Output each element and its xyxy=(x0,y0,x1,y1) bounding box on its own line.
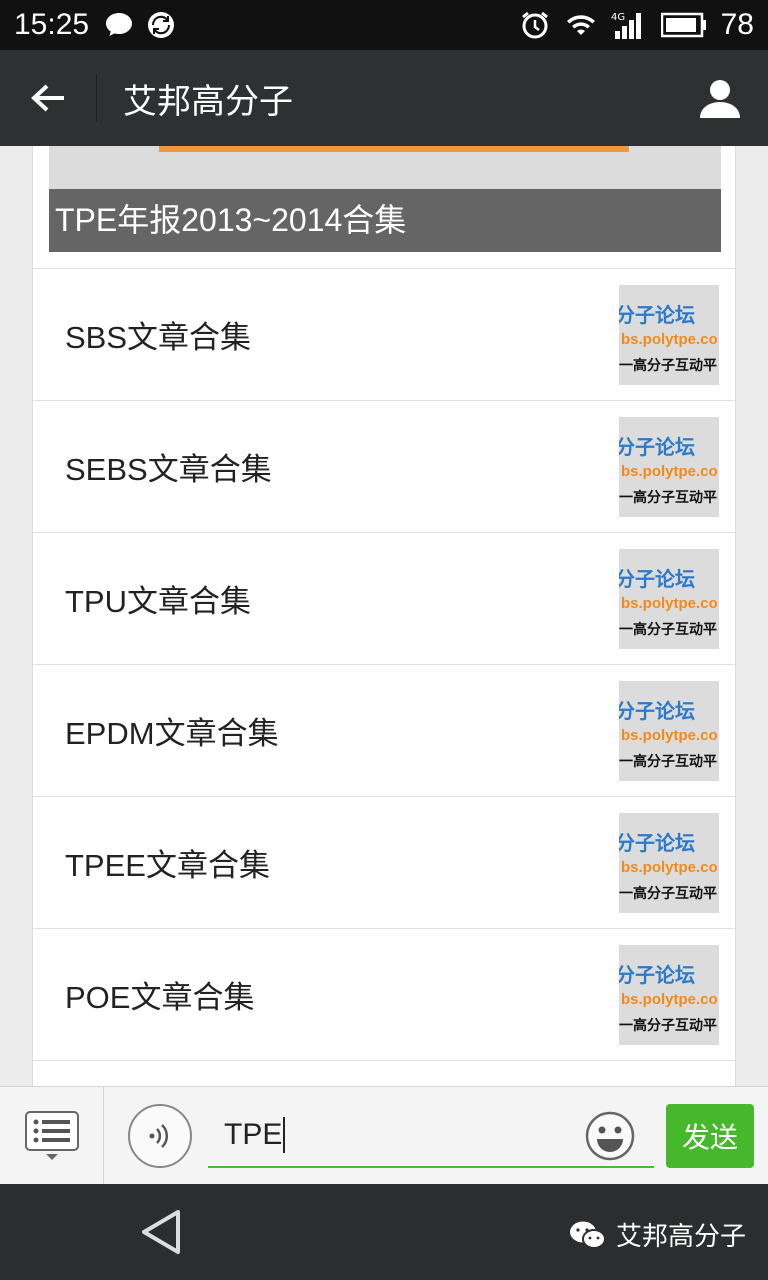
nav-back-icon[interactable] xyxy=(138,1208,182,1256)
alarm-icon xyxy=(521,11,548,39)
article-card: TPE年报2013~2014合集 SBS文章合集 分子论坛 bs.polytpe… xyxy=(32,146,736,1086)
list-item-label: SEBS文章合集 xyxy=(65,452,272,487)
person-icon xyxy=(700,80,740,118)
status-notification-icons xyxy=(103,9,177,41)
wechat-logo-icon xyxy=(569,1221,606,1249)
list-item-label: POE文章合集 xyxy=(65,980,255,1015)
wechat-watermark: 艾邦高分子 xyxy=(568,1216,746,1253)
list-item-label: TPU文章合集 xyxy=(65,584,251,619)
status-bar: 15:25 4G 78 xyxy=(0,0,768,50)
back-button[interactable] xyxy=(0,50,96,146)
list-item-poe[interactable]: POE文章合集 分子论坛 bs.polytpe.co 一高分子互动平 xyxy=(33,928,735,1060)
wifi-icon xyxy=(566,15,595,35)
article-list: SBS文章合集 分子论坛 bs.polytpe.co 一高分子互动平 SEBS文… xyxy=(33,268,735,1086)
list-item-label: TPEE文章合集 xyxy=(65,848,270,883)
message-input[interactable]: TPE xyxy=(208,1104,654,1168)
watermark-text: 艾邦高分子 xyxy=(615,1222,746,1252)
status-time: 15:25 xyxy=(14,8,90,41)
message-input-value: TPE xyxy=(224,1117,283,1151)
voice-wave-icon xyxy=(149,1123,169,1148)
article-thumbnail: 分子论坛 bs.polytpe.co 一高分子互动平 xyxy=(619,417,719,517)
cover-caption: TPE年报2013~2014合集 xyxy=(49,189,721,252)
sync-icon xyxy=(148,12,175,38)
list-item-epdm[interactable]: EPDM文章合集 分子论坛 bs.polytpe.co 一高分子互动平 xyxy=(33,664,735,796)
article-thumbnail: 分子论坛 bs.polytpe.co 一高分子互动平 xyxy=(619,945,719,1045)
list-item-sebs[interactable]: SEBS文章合集 分子论坛 bs.polytpe.co 一高分子互动平 xyxy=(33,400,735,532)
message-content: TPE年报2013~2014合集 SBS文章合集 分子论坛 bs.polytpe… xyxy=(0,146,768,1086)
list-item-label: SBS文章合集 xyxy=(65,320,252,355)
list-item-label: EPDM文章合集 xyxy=(65,716,279,751)
send-button[interactable]: 发送 xyxy=(666,1103,754,1168)
signal-4g-icon: 4G xyxy=(611,12,641,39)
chat-bubble-icon xyxy=(106,13,133,36)
page-title: 艾邦高分子 xyxy=(123,81,293,122)
menu-toggle-button[interactable] xyxy=(0,1086,104,1185)
list-item-sbs[interactable]: SBS文章合集 分子论坛 bs.polytpe.co 一高分子互动平 xyxy=(33,268,735,400)
svg-text:4G: 4G xyxy=(611,12,625,23)
emoji-icon[interactable] xyxy=(584,1110,636,1162)
article-thumbnail: 分子论坛 bs.polytpe.co 一高分子互动平 xyxy=(619,549,719,649)
profile-button[interactable] xyxy=(672,50,768,146)
voice-input-button[interactable] xyxy=(128,1103,192,1168)
battery-icon xyxy=(660,12,706,38)
battery-percentage: 78 xyxy=(720,8,754,41)
arrow-left-icon xyxy=(31,84,64,112)
article-thumbnail: 分子论坛 bs.polytpe.co 一高分子互动平 xyxy=(619,813,719,913)
text-caret xyxy=(283,1116,286,1153)
article-thumbnail: 分子论坛 bs.polytpe.co 一高分子互动平 xyxy=(619,285,719,385)
title-divider xyxy=(96,74,97,122)
list-item-tpee[interactable]: TPEE文章合集 分子论坛 bs.polytpe.co 一高分子互动平 xyxy=(33,796,735,928)
chat-input-bar: TPE 发送 xyxy=(0,1086,768,1185)
article-thumbnail: 分子论坛 bs.polytpe.co 一高分子互动平 xyxy=(619,681,719,781)
status-system-icons: 4G 78 xyxy=(519,8,754,42)
menu-list-icon xyxy=(24,1110,79,1160)
title-bar: 艾邦高分子 xyxy=(0,50,768,146)
cover-article[interactable]: TPE年报2013~2014合集 xyxy=(49,146,721,252)
list-item-partial[interactable] xyxy=(33,1060,735,1086)
system-nav-bar: 艾邦高分子 xyxy=(0,1184,768,1280)
list-item-tpu[interactable]: TPU文章合集 分子论坛 bs.polytpe.co 一高分子互动平 xyxy=(33,532,735,664)
